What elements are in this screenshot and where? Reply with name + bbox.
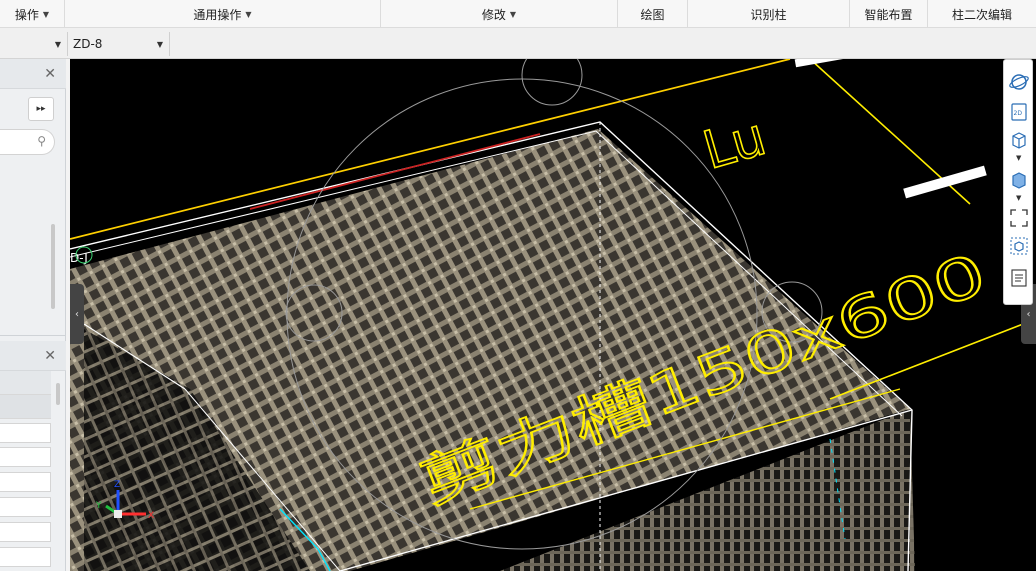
ribbon-group-identify-column[interactable]: 识别柱 <box>688 0 850 28</box>
property-field[interactable] <box>0 472 51 492</box>
divider <box>0 335 66 336</box>
svg-text:2D: 2D <box>1014 110 1023 117</box>
property-row[interactable] <box>0 371 51 395</box>
ribbon-group-label: 修改 <box>481 7 506 22</box>
double-chevron-right-icon: ▸▸ <box>36 104 46 114</box>
zoom-extents-icon[interactable] <box>1009 208 1029 228</box>
ribbon-group-label: 操作 <box>14 7 39 22</box>
chevron-down-icon: ▼ <box>54 39 61 49</box>
ribbon-group-general-ops[interactable]: 通用操作 ▼ <box>65 0 381 28</box>
scrollbar[interactable] <box>56 383 60 405</box>
search-icon: ⚲ <box>37 134 46 148</box>
property-field[interactable] <box>0 547 51 567</box>
property-toolbar: ▼ ZD-8 ▼ <box>0 28 1036 59</box>
ribbon-group-label: 通用操作 <box>193 7 242 22</box>
collapse-left-panel-button[interactable]: ‹ <box>70 284 84 344</box>
search-input[interactable]: ⚲ <box>0 129 55 155</box>
ribbon-group-column-edit[interactable]: 柱二次编辑 <box>928 0 1036 28</box>
scrollbar[interactable] <box>51 224 55 309</box>
view-solid-icon[interactable] <box>1009 170 1029 190</box>
ribbon-group-operation[interactable]: 操作 ▼ <box>0 0 65 28</box>
expand-button[interactable]: ▸▸ <box>28 97 54 121</box>
3d-viewport[interactable]: Z X Y 剪力槽150x600 Lu D-J <box>70 59 1036 571</box>
ribbon-group-draw[interactable]: 绘图 <box>618 0 688 28</box>
ribbon-group-label: 识别柱 <box>750 7 787 22</box>
ribbon-bar: 操作 ▼ 通用操作 ▼ 修改 ▼ 绘图 识别柱 智能布置 柱二次编辑 <box>0 0 1036 28</box>
component-combo-value: ZD-8 <box>73 37 103 51</box>
scene-canvas[interactable]: Z X Y 剪力槽150x600 Lu D-J <box>70 59 1036 571</box>
isometric-icon[interactable] <box>1009 236 1029 256</box>
ribbon-group-smart-layout[interactable]: 智能布置 <box>850 0 928 28</box>
view-cube-icon[interactable] <box>1009 130 1029 150</box>
property-row[interactable] <box>0 395 51 419</box>
property-field[interactable] <box>0 522 51 542</box>
axis-label-x: X <box>148 511 154 521</box>
axis-label-y: Y <box>95 501 102 511</box>
chevron-down-icon: ▼ <box>509 9 517 19</box>
chevron-down-icon: ▼ <box>245 9 252 19</box>
chevron-down-icon: ▼ <box>42 9 50 19</box>
orbit-handle[interactable] <box>521 59 583 106</box>
chevron-left-icon: ‹ <box>75 308 79 320</box>
orbit-icon[interactable] <box>1009 72 1029 92</box>
ribbon-group-label: 柱二次编辑 <box>951 7 1012 22</box>
close-icon[interactable]: ✕ <box>44 348 56 364</box>
chevron-left-icon: ‹ <box>1026 308 1031 320</box>
axis-marker <box>794 59 846 68</box>
panel-header: ✕ <box>0 59 66 89</box>
property-field[interactable] <box>0 497 51 517</box>
property-field[interactable] <box>0 447 51 467</box>
ribbon-group-label: 智能布置 <box>864 7 913 22</box>
component-list-panel: ✕ ▸▸ ⚲ ✕ <box>0 59 66 571</box>
chevron-down-icon: ▼ <box>156 39 163 49</box>
view-2d-icon[interactable]: 2D <box>1009 102 1029 122</box>
chevron-down-icon[interactable]: ▼ <box>1016 154 1021 162</box>
axis-marker <box>903 165 987 199</box>
axis-label-z: Z <box>114 480 120 490</box>
property-field[interactable] <box>0 423 51 443</box>
properties-list-icon[interactable] <box>1009 268 1029 288</box>
chevron-down-icon[interactable]: ▼ <box>1016 194 1021 202</box>
view-toolbar: 2D ▼ ▼ <box>1003 59 1033 305</box>
ribbon-group-modify[interactable]: 修改 ▼ <box>381 0 618 28</box>
close-icon[interactable]: ✕ <box>44 66 56 82</box>
properties-panel-header: ✕ <box>0 341 66 371</box>
floor-combo[interactable]: ▼ <box>0 32 68 56</box>
component-combo[interactable]: ZD-8 ▼ <box>68 32 170 56</box>
ribbon-group-label: 绘图 <box>640 7 665 22</box>
